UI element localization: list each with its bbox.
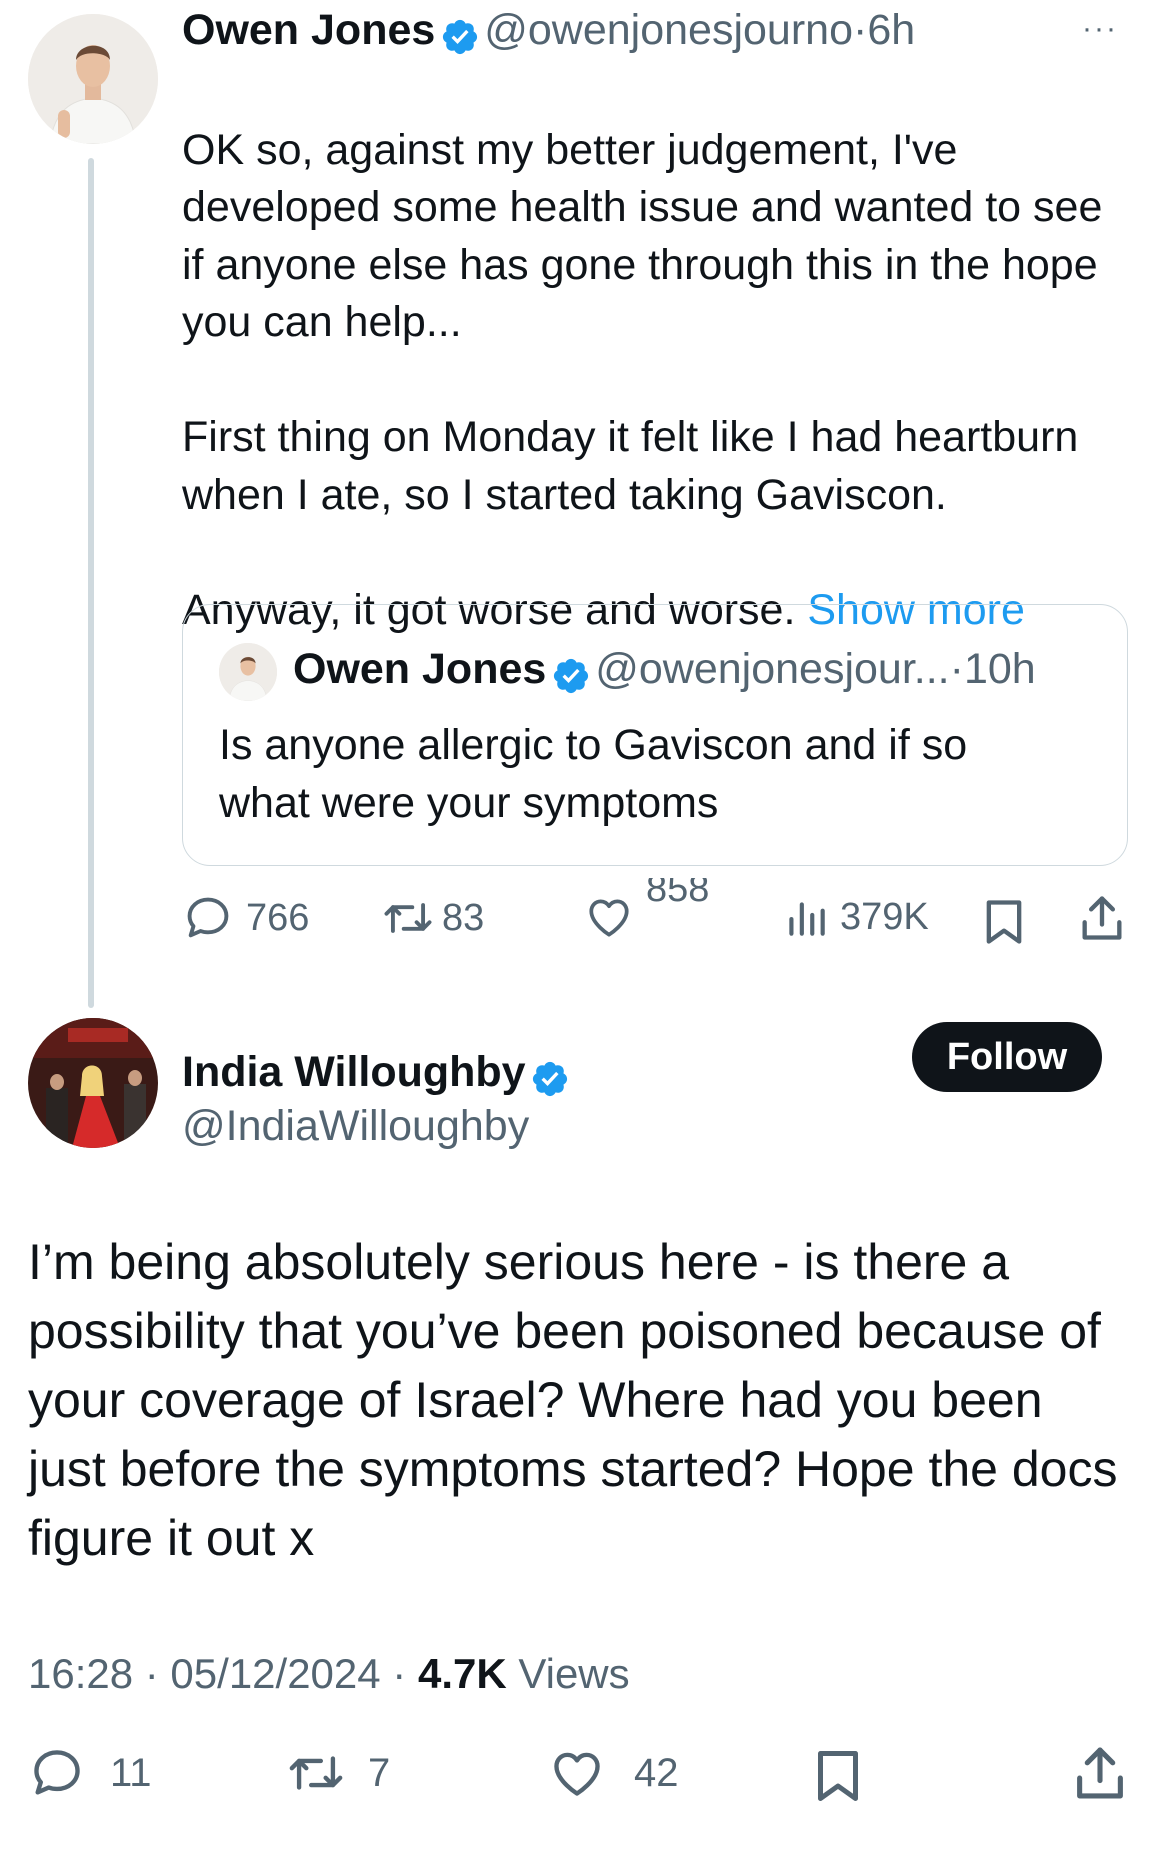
reply-count: 766 [246,896,310,939]
share-icon [1077,1747,1123,1799]
heart-icon [554,1752,600,1796]
share-icon [1082,896,1122,940]
avatar-portrait-icon [219,643,277,701]
bookmark-button[interactable] [982,896,1026,948]
avatar-photo-icon [28,1018,158,1148]
reply-button[interactable]: 11 [28,1744,152,1802]
tweet-timestamp[interactable]: 16:28 · 05/12/2024 · [28,1650,406,1697]
avatar-portrait-icon [28,14,158,144]
avatar-owen-jones[interactable] [28,14,158,144]
quoted-tweet-card[interactable]: Owen Jones @owenjonesjour...·10h Is anyo… [182,604,1128,866]
reply-icon [34,1750,80,1795]
share-button[interactable] [1078,892,1126,944]
repost-button[interactable]: 7 [284,1744,390,1802]
quote-author-name: Owen Jones [293,645,547,693]
author-handle[interactable]: @owenjonesjourno [484,6,853,54]
like-button[interactable]: 858 [584,878,709,942]
repost-icon [384,903,432,933]
reply-count: 11 [110,1750,152,1795]
like-count: 858 [646,878,710,910]
author-handle[interactable]: @IndiaWilloughby [182,1102,529,1151]
quote-header: Owen Jones @owenjonesjour...·10h [293,645,1036,701]
tweet-time[interactable]: 6h [867,6,915,54]
reply-icon [187,897,229,938]
repost-count: 7 [368,1750,391,1795]
avatar-india-willoughby[interactable] [28,1018,158,1148]
views-count: 379K [840,895,929,938]
bookmark-icon [986,900,1022,944]
share-button[interactable] [1072,1742,1128,1804]
thread-connector-line [88,158,94,1008]
like-button[interactable]: 42 [548,1744,679,1802]
views-button[interactable]: 379K [784,892,929,942]
follow-button[interactable]: Follow [912,1022,1102,1092]
verified-badge-icon [530,1059,570,1104]
author-name[interactable]: Owen Jones [182,6,435,54]
repost-count: 83 [442,896,485,939]
bookmark-button[interactable] [812,1746,864,1806]
quote-author-handle: @owenjonesjour... [595,645,950,693]
repost-icon [289,1756,343,1790]
verified-badge-icon [440,17,480,62]
separator: · [852,6,868,54]
like-count: 42 [634,1750,679,1795]
bookmark-icon [818,1751,858,1801]
parent-tweet-header: Owen Jones @owenjonesjourno·6h [182,6,915,62]
reply-tweet-text: I’m being absolutely serious here - is t… [28,1234,1118,1566]
author-name[interactable]: India Willoughby [182,1048,526,1096]
quote-avatar [219,643,277,701]
quote-text: Is anyone allergic to Gaviscon and if so… [219,721,968,827]
analytics-icon [789,902,825,936]
separator: · [949,645,964,693]
repost-button[interactable]: 83 [380,892,484,944]
views-number: 4.7K [417,1650,507,1697]
views-label: Views [518,1650,630,1697]
parent-tweet-text: OK so, against my better judgement, I've… [182,64,1132,639]
tweet-body: OK so, against my better judgement, I've… [182,125,1103,634]
tweet-meta: 16:28 · 05/12/2024 · 4.7K Views [28,1650,630,1698]
verified-badge-icon [551,656,591,701]
more-options-icon[interactable]: ··· [1082,12,1118,46]
reply-button[interactable]: 766 [182,892,309,944]
quote-time: 10h [963,645,1036,693]
reply-tweet-name-row: India Willoughby [182,1048,570,1104]
heart-icon [589,899,629,937]
